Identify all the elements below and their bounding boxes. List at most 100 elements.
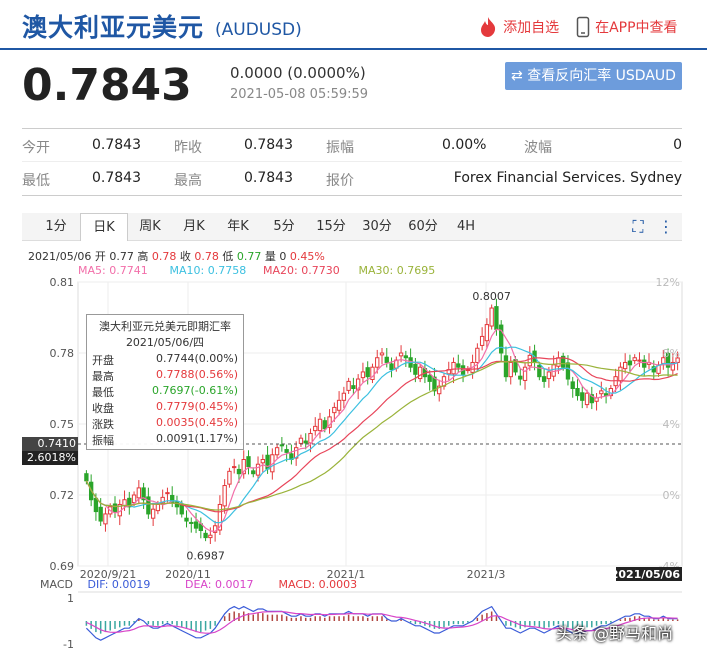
candle-body [279, 444, 285, 447]
y2-tick-label: 0% [663, 489, 680, 502]
candle-body [575, 388, 580, 397]
y2-tick-label: 12% [656, 276, 680, 289]
tooltip-row: 涨跌 0.0035(0.45%) [92, 416, 238, 432]
candle-body [84, 473, 89, 482]
candle-body [465, 369, 470, 372]
candle-body [499, 324, 504, 354]
watermark: 头条 @野马和尚 [556, 624, 674, 643]
candle-body [284, 449, 289, 453]
candle-body [475, 347, 480, 363]
candle-body [546, 371, 552, 380]
candle-body [451, 361, 456, 375]
macd-tick: 1 [67, 592, 74, 605]
tooltip-row: 收盘 0.7779(0.45%) [92, 400, 238, 416]
macd-value-label: MACD: 0.0003 [278, 578, 358, 591]
x-tick-label: 2021/05/06 [611, 568, 681, 581]
candle-body [508, 361, 513, 378]
candle-body [375, 357, 380, 368]
tooltip-label: 最高 [92, 370, 114, 383]
tooltip-value: 0.0035(0.45%) [155, 416, 238, 429]
candle-body [274, 447, 280, 456]
tooltip-label: 振幅 [92, 434, 114, 447]
y-tick-label: 0.69 [50, 560, 75, 573]
candle-body [260, 459, 265, 464]
tooltip-label: 开盘 [92, 354, 114, 367]
tooltip-value: 0.7788(0.56%) [155, 368, 238, 381]
candle-body [165, 492, 170, 495]
tooltip-row: 开盘 0.7744(0.00%) [92, 352, 238, 368]
candle-body [251, 470, 256, 475]
candle-body [131, 494, 137, 504]
tooltip-value: 0.7697(-0.61%) [152, 384, 238, 397]
candle-body [622, 361, 628, 370]
candle-body [317, 418, 323, 432]
candle-body [103, 513, 108, 525]
candle-body [189, 521, 194, 524]
tooltip-value: 0.7744(0.00%) [155, 352, 238, 365]
candle-body [351, 385, 356, 390]
candle-body [112, 503, 118, 513]
y-tick-label: 0.75 [50, 418, 75, 431]
candle-body [427, 374, 432, 382]
candle-body [541, 376, 547, 382]
dea-label: DEA: 0.0017 [185, 578, 254, 591]
candle-body [389, 363, 394, 371]
candle-body [227, 470, 232, 485]
candle-body [484, 324, 490, 342]
y-tick-label: 0.81 [50, 276, 75, 289]
crosshair-pct: 2.6018% [22, 451, 78, 465]
candle-body [203, 532, 208, 539]
candle-body [98, 506, 103, 522]
candle-body [184, 517, 189, 522]
candle-body [136, 487, 142, 499]
high-annotation: 0.8007 [472, 290, 511, 303]
y2-tick-label: 4% [663, 418, 680, 431]
candle-body [627, 360, 633, 366]
candle-body [403, 355, 409, 359]
candle-body [456, 363, 461, 368]
candle-body [537, 364, 542, 378]
candle-body [246, 456, 251, 468]
candle-body [618, 366, 623, 382]
candle-body [208, 534, 213, 539]
y-tick-label: 0.78 [50, 347, 75, 360]
candle-body [236, 468, 242, 475]
candle-body [632, 357, 637, 362]
macd-tick: -1 [63, 638, 74, 651]
candle-body [155, 503, 161, 512]
tooltip-label: 收盘 [92, 402, 114, 415]
candle-body [232, 466, 237, 469]
candle-body [479, 335, 485, 346]
candle-body [417, 366, 423, 380]
tooltip-date: 2021/05/06/四 [125, 336, 205, 349]
tooltip-title: 澳大利亚元兑美元即期汇率 [99, 320, 231, 333]
candle-body [346, 380, 351, 391]
tooltip-row: 最低 0.7697(-0.61%) [92, 384, 238, 400]
candle-body [398, 352, 404, 357]
candle-body [637, 359, 642, 362]
candle-body [322, 420, 327, 430]
candle-body [308, 432, 313, 444]
candle-body [642, 359, 647, 368]
candle-body [365, 367, 370, 378]
crosshair-price: 0.7410 [22, 437, 78, 451]
candle-body [332, 406, 337, 414]
candle-body [503, 355, 509, 378]
candle-body [556, 357, 561, 367]
candle-body [93, 497, 99, 513]
candle-body [565, 362, 571, 380]
candle-body [255, 463, 261, 476]
candle-body [570, 381, 575, 389]
candle-body [580, 392, 585, 401]
tooltip-value: 0.0091(1.17%) [155, 432, 238, 445]
candle-body [150, 508, 156, 519]
macd-legend: MACD DIF: 0.0019 DEA: 0.0017 MACD: 0.000… [40, 578, 357, 591]
tooltip-row: 最高 0.7788(0.56%) [92, 368, 238, 384]
dif-label: DIF: 0.0019 [87, 578, 151, 591]
ohlc-tooltip: 澳大利亚元兑美元即期汇率 2021/05/06/四 开盘 0.7744(0.00%… [86, 314, 244, 450]
candle-body [303, 440, 308, 444]
candle-body [584, 392, 590, 406]
x-tick-label: 2021/3 [467, 568, 506, 581]
candle-body [222, 485, 227, 507]
candle-body [341, 392, 347, 401]
